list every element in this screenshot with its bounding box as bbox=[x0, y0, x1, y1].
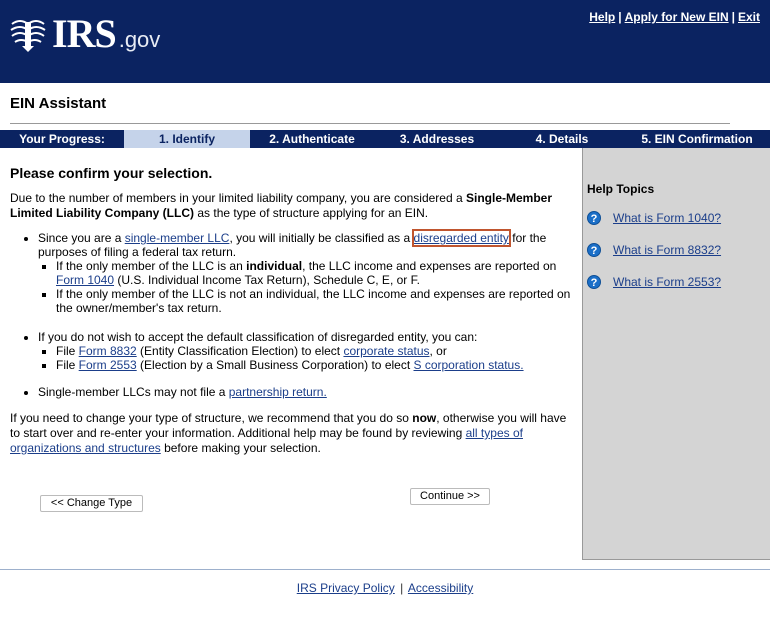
closing-text: If you need to change your type of struc… bbox=[10, 411, 567, 455]
progress-step-details: 4. Details bbox=[535, 132, 589, 146]
help-link[interactable]: Help bbox=[589, 10, 615, 24]
disregarded-entity-link[interactable]: disregarded entity bbox=[411, 229, 511, 247]
s-corporation-status-link[interactable]: S corporation status. bbox=[414, 358, 524, 372]
partnership-return-link[interactable]: partnership return. bbox=[229, 385, 327, 399]
help-link-form-2553[interactable]: What is Form 2553? bbox=[613, 275, 721, 289]
help-topics-title: Help Topics bbox=[587, 182, 655, 196]
help-item-form-1040[interactable]: ? What is Form 1040? bbox=[587, 211, 721, 225]
form-2553-link[interactable]: Form 2553 bbox=[79, 358, 137, 372]
sub-list: If the only member of the LLC is an indi… bbox=[38, 259, 578, 315]
classification-list: Since you are a single-member LLC, you w… bbox=[14, 229, 578, 315]
change-type-button[interactable]: << Change Type bbox=[40, 495, 143, 512]
site-header: IRS .gov Help | Apply for New EIN | Exit bbox=[0, 0, 770, 83]
eagle-logo-icon bbox=[10, 20, 46, 52]
help-link-form-8832[interactable]: What is Form 8832? bbox=[613, 243, 721, 257]
irs-logo[interactable]: IRS .gov bbox=[8, 14, 160, 54]
list-item: If you do not wish to accept the default… bbox=[38, 330, 578, 372]
top-links: Help | Apply for New EIN | Exit bbox=[589, 10, 760, 24]
logo-irs-text: IRS bbox=[52, 11, 117, 56]
continue-button[interactable]: Continue >> bbox=[410, 488, 490, 505]
progress-label: Your Progress: bbox=[19, 132, 105, 146]
footer-divider bbox=[0, 569, 770, 570]
corporate-status-link[interactable]: corporate status bbox=[343, 344, 429, 358]
main-content: Please confirm your selection. Due to th… bbox=[0, 148, 582, 560]
list-item: File Form 8832 (Entity Classification El… bbox=[56, 344, 578, 358]
election-list: If you do not wish to accept the default… bbox=[14, 330, 578, 372]
list-item: If the only member of the LLC is not an … bbox=[56, 287, 578, 315]
form-1040-link[interactable]: Form 1040 bbox=[56, 273, 114, 287]
help-item-form-2553[interactable]: ? What is Form 2553? bbox=[587, 275, 721, 289]
help-question-icon: ? bbox=[587, 243, 601, 257]
progress-step-addresses: 3. Addresses bbox=[399, 132, 475, 146]
privacy-policy-link[interactable]: IRS Privacy Policy bbox=[297, 581, 395, 595]
form-8832-link[interactable]: Form 8832 bbox=[79, 344, 137, 358]
progress-step-ein-confirmation: 5. EIN Confirmation bbox=[641, 132, 753, 146]
progress-bar: Your Progress: 1. Identify 2. Authentica… bbox=[0, 130, 770, 148]
help-link-form-1040[interactable]: What is Form 1040? bbox=[613, 211, 721, 225]
exit-link[interactable]: Exit bbox=[738, 10, 760, 24]
site-footer: IRS Privacy Policy | Accessibility bbox=[296, 581, 474, 595]
single-member-llc-link[interactable]: single-member LLC bbox=[125, 231, 230, 245]
list-item: Single-member LLCs may not file a partne… bbox=[38, 385, 578, 399]
confirm-heading: Please confirm your selection. bbox=[10, 165, 213, 181]
partnership-list: Single-member LLCs may not file a partne… bbox=[14, 385, 578, 399]
sub-list: File Form 8832 (Entity Classification El… bbox=[38, 344, 578, 372]
help-item-form-8832[interactable]: ? What is Form 8832? bbox=[587, 243, 721, 257]
help-question-icon: ? bbox=[587, 275, 601, 289]
logo-gov-text: .gov bbox=[118, 27, 161, 52]
page-title: EIN Assistant bbox=[10, 95, 107, 112]
apply-new-ein-link[interactable]: Apply for New EIN bbox=[625, 10, 729, 24]
help-question-icon: ? bbox=[587, 211, 601, 225]
help-sidebar: Help Topics ? What is Form 1040? ? What … bbox=[582, 148, 770, 560]
title-divider bbox=[10, 123, 730, 124]
list-item: If the only member of the LLC is an indi… bbox=[56, 259, 578, 287]
list-item: Since you are a single-member LLC, you w… bbox=[38, 229, 578, 315]
intro-text: Due to the number of members in your lim… bbox=[10, 191, 553, 220]
progress-step-identify: 1. Identify bbox=[124, 130, 250, 148]
list-item: File Form 2553 (Election by a Small Busi… bbox=[56, 358, 578, 372]
accessibility-link[interactable]: Accessibility bbox=[408, 581, 473, 595]
progress-step-authenticate: 2. Authenticate bbox=[269, 132, 355, 146]
